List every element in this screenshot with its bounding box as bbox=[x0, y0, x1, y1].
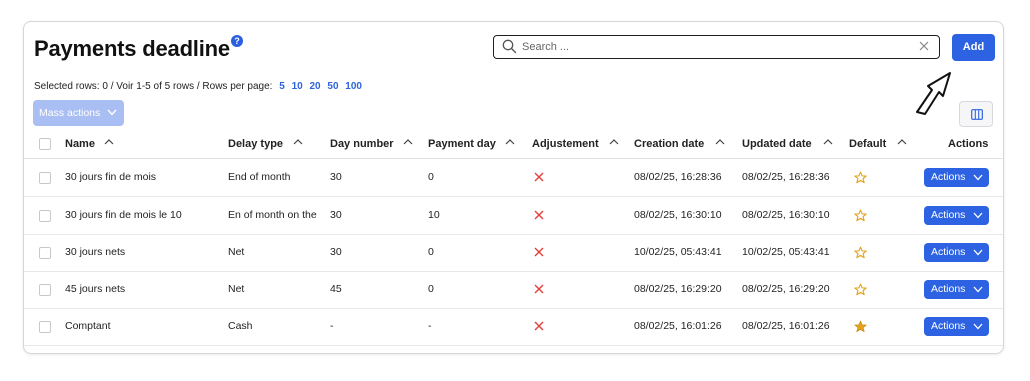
column-header-default[interactable]: Default bbox=[849, 138, 907, 150]
cell-updated-date: 08/02/25, 16:30:10 bbox=[742, 209, 830, 221]
search-input[interactable] bbox=[522, 39, 912, 55]
cell-delay-type: Net bbox=[228, 283, 245, 295]
chevron-up-icon bbox=[609, 139, 619, 145]
x-icon bbox=[534, 210, 544, 220]
select-all-checkbox[interactable] bbox=[39, 138, 51, 150]
cell-payment-day: 0 bbox=[428, 171, 434, 183]
row-actions-button[interactable]: Actions bbox=[924, 243, 989, 262]
column-header-payment-day[interactable]: Payment day bbox=[428, 138, 515, 150]
rows-per-page-100[interactable]: 100 bbox=[345, 81, 362, 92]
row-checkbox[interactable] bbox=[39, 321, 51, 333]
cell-creation-date: 08/02/25, 16:01:26 bbox=[634, 320, 722, 332]
add-button[interactable]: Add bbox=[952, 34, 995, 61]
rows-per-page-50[interactable]: 50 bbox=[327, 81, 338, 92]
row-actions-button[interactable]: Actions bbox=[924, 168, 989, 187]
row-actions-button[interactable]: Actions bbox=[924, 317, 989, 336]
chevron-down-icon bbox=[973, 212, 983, 219]
help-icon[interactable]: ? bbox=[231, 35, 243, 47]
cell-day-number: 30 bbox=[330, 209, 342, 221]
rows-per-page-20[interactable]: 20 bbox=[309, 81, 320, 92]
cell-payment-day: - bbox=[428, 320, 432, 332]
cell-day-number: 30 bbox=[330, 246, 342, 258]
star-outline-icon[interactable] bbox=[854, 209, 867, 222]
cell-updated-date: 08/02/25, 16:28:36 bbox=[742, 171, 830, 183]
cell-payment-day: 0 bbox=[428, 246, 434, 258]
x-icon bbox=[534, 321, 544, 331]
star-outline-icon[interactable] bbox=[854, 246, 867, 259]
cell-delay-type: End of month bbox=[228, 171, 291, 183]
mass-actions-label: Mass actions bbox=[39, 107, 101, 119]
cell-updated-date: 10/02/25, 05:43:41 bbox=[742, 246, 830, 258]
cell-day-number: - bbox=[330, 320, 334, 332]
cell-delay-type: Cash bbox=[228, 320, 253, 332]
column-header-delay-type[interactable]: Delay type bbox=[228, 138, 303, 150]
row-checkbox[interactable] bbox=[39, 172, 51, 184]
cell-name: 45 jours nets bbox=[65, 283, 126, 295]
table-header: Name Delay type Day number Payment day A… bbox=[24, 130, 1003, 159]
table-row: 45 jours nets Net 45 0 08/02/25, 16:29:2… bbox=[24, 271, 1003, 309]
row-checkbox[interactable] bbox=[39, 247, 51, 259]
table-row: 30 jours nets Net 30 0 10/02/25, 05:43:4… bbox=[24, 234, 1003, 272]
row-checkbox[interactable] bbox=[39, 284, 51, 296]
page-title: Payments deadline bbox=[34, 36, 230, 61]
cell-name: Comptant bbox=[65, 320, 111, 332]
row-actions-button[interactable]: Actions bbox=[924, 280, 989, 299]
cell-updated-date: 08/02/25, 16:29:20 bbox=[742, 283, 830, 295]
cell-delay-type: Net bbox=[228, 246, 245, 258]
columns-icon bbox=[971, 109, 983, 120]
cell-creation-date: 08/02/25, 16:28:36 bbox=[634, 171, 722, 183]
payments-deadline-panel: Payments deadline ? Add Selected rows: 0… bbox=[23, 21, 1004, 354]
column-header-actions: Actions bbox=[948, 138, 989, 150]
column-header-day-number[interactable]: Day number bbox=[330, 138, 413, 150]
rows-per-page-10[interactable]: 10 bbox=[292, 81, 303, 92]
column-header-name[interactable]: Name bbox=[65, 138, 114, 150]
columns-toggle-button[interactable] bbox=[959, 101, 993, 127]
mass-actions-button[interactable]: Mass actions bbox=[33, 100, 124, 126]
cell-name: 30 jours fin de mois bbox=[65, 171, 157, 183]
cell-updated-date: 08/02/25, 16:01:26 bbox=[742, 320, 830, 332]
search-box[interactable] bbox=[493, 35, 940, 59]
cell-delay-type: En of month on the bbox=[228, 209, 317, 221]
table-row: 30 jours fin de mois le 10 En of month o… bbox=[24, 197, 1003, 235]
column-header-creation-date[interactable]: Creation date bbox=[634, 138, 725, 150]
x-icon bbox=[534, 284, 544, 294]
star-outline-icon[interactable] bbox=[854, 171, 867, 184]
close-icon[interactable] bbox=[918, 40, 930, 52]
column-header-updated-date[interactable]: Updated date bbox=[742, 138, 833, 150]
chevron-down-icon bbox=[973, 286, 983, 293]
x-icon bbox=[534, 172, 544, 182]
cell-creation-date: 08/02/25, 16:29:20 bbox=[634, 283, 722, 295]
cell-name: 30 jours nets bbox=[65, 246, 126, 258]
table-row: 30 jours fin de mois End of month 30 0 0… bbox=[24, 159, 1003, 197]
cell-creation-date: 08/02/25, 16:30:10 bbox=[634, 209, 722, 221]
chevron-up-icon bbox=[505, 139, 515, 145]
chevron-down-icon bbox=[973, 174, 983, 181]
row-actions-button[interactable]: Actions bbox=[924, 206, 989, 225]
chevron-down-icon bbox=[973, 249, 983, 256]
cell-day-number: 30 bbox=[330, 171, 342, 183]
star-filled-icon[interactable] bbox=[854, 320, 867, 333]
selection-info-text: Selected rows: 0 / Voir 1-5 of 5 rows / … bbox=[34, 81, 273, 92]
chevron-up-icon bbox=[104, 139, 114, 145]
star-outline-icon[interactable] bbox=[854, 283, 867, 296]
cell-payment-day: 10 bbox=[428, 209, 440, 221]
chevron-up-icon bbox=[715, 139, 725, 145]
chevron-down-icon bbox=[973, 323, 983, 330]
column-header-adjustement[interactable]: Adjustement bbox=[532, 138, 619, 150]
row-checkbox[interactable] bbox=[39, 210, 51, 222]
table-row: Comptant Cash - - 08/02/25, 16:01:26 08/… bbox=[24, 308, 1003, 346]
x-icon bbox=[534, 247, 544, 257]
rows-per-page-5[interactable]: 5 bbox=[279, 81, 285, 92]
cell-payment-day: 0 bbox=[428, 283, 434, 295]
cell-day-number: 45 bbox=[330, 283, 342, 295]
cell-name: 30 jours fin de mois le 10 bbox=[65, 209, 182, 221]
pagination-info: Selected rows: 0 / Voir 1-5 of 5 rows / … bbox=[34, 81, 362, 92]
search-icon bbox=[502, 39, 517, 54]
chevron-up-icon bbox=[823, 139, 833, 145]
chevron-up-icon bbox=[897, 139, 907, 145]
cell-creation-date: 10/02/25, 05:43:41 bbox=[634, 246, 722, 258]
chevron-up-icon bbox=[293, 139, 303, 145]
chevron-up-icon bbox=[403, 139, 413, 145]
chevron-down-icon bbox=[107, 109, 117, 116]
